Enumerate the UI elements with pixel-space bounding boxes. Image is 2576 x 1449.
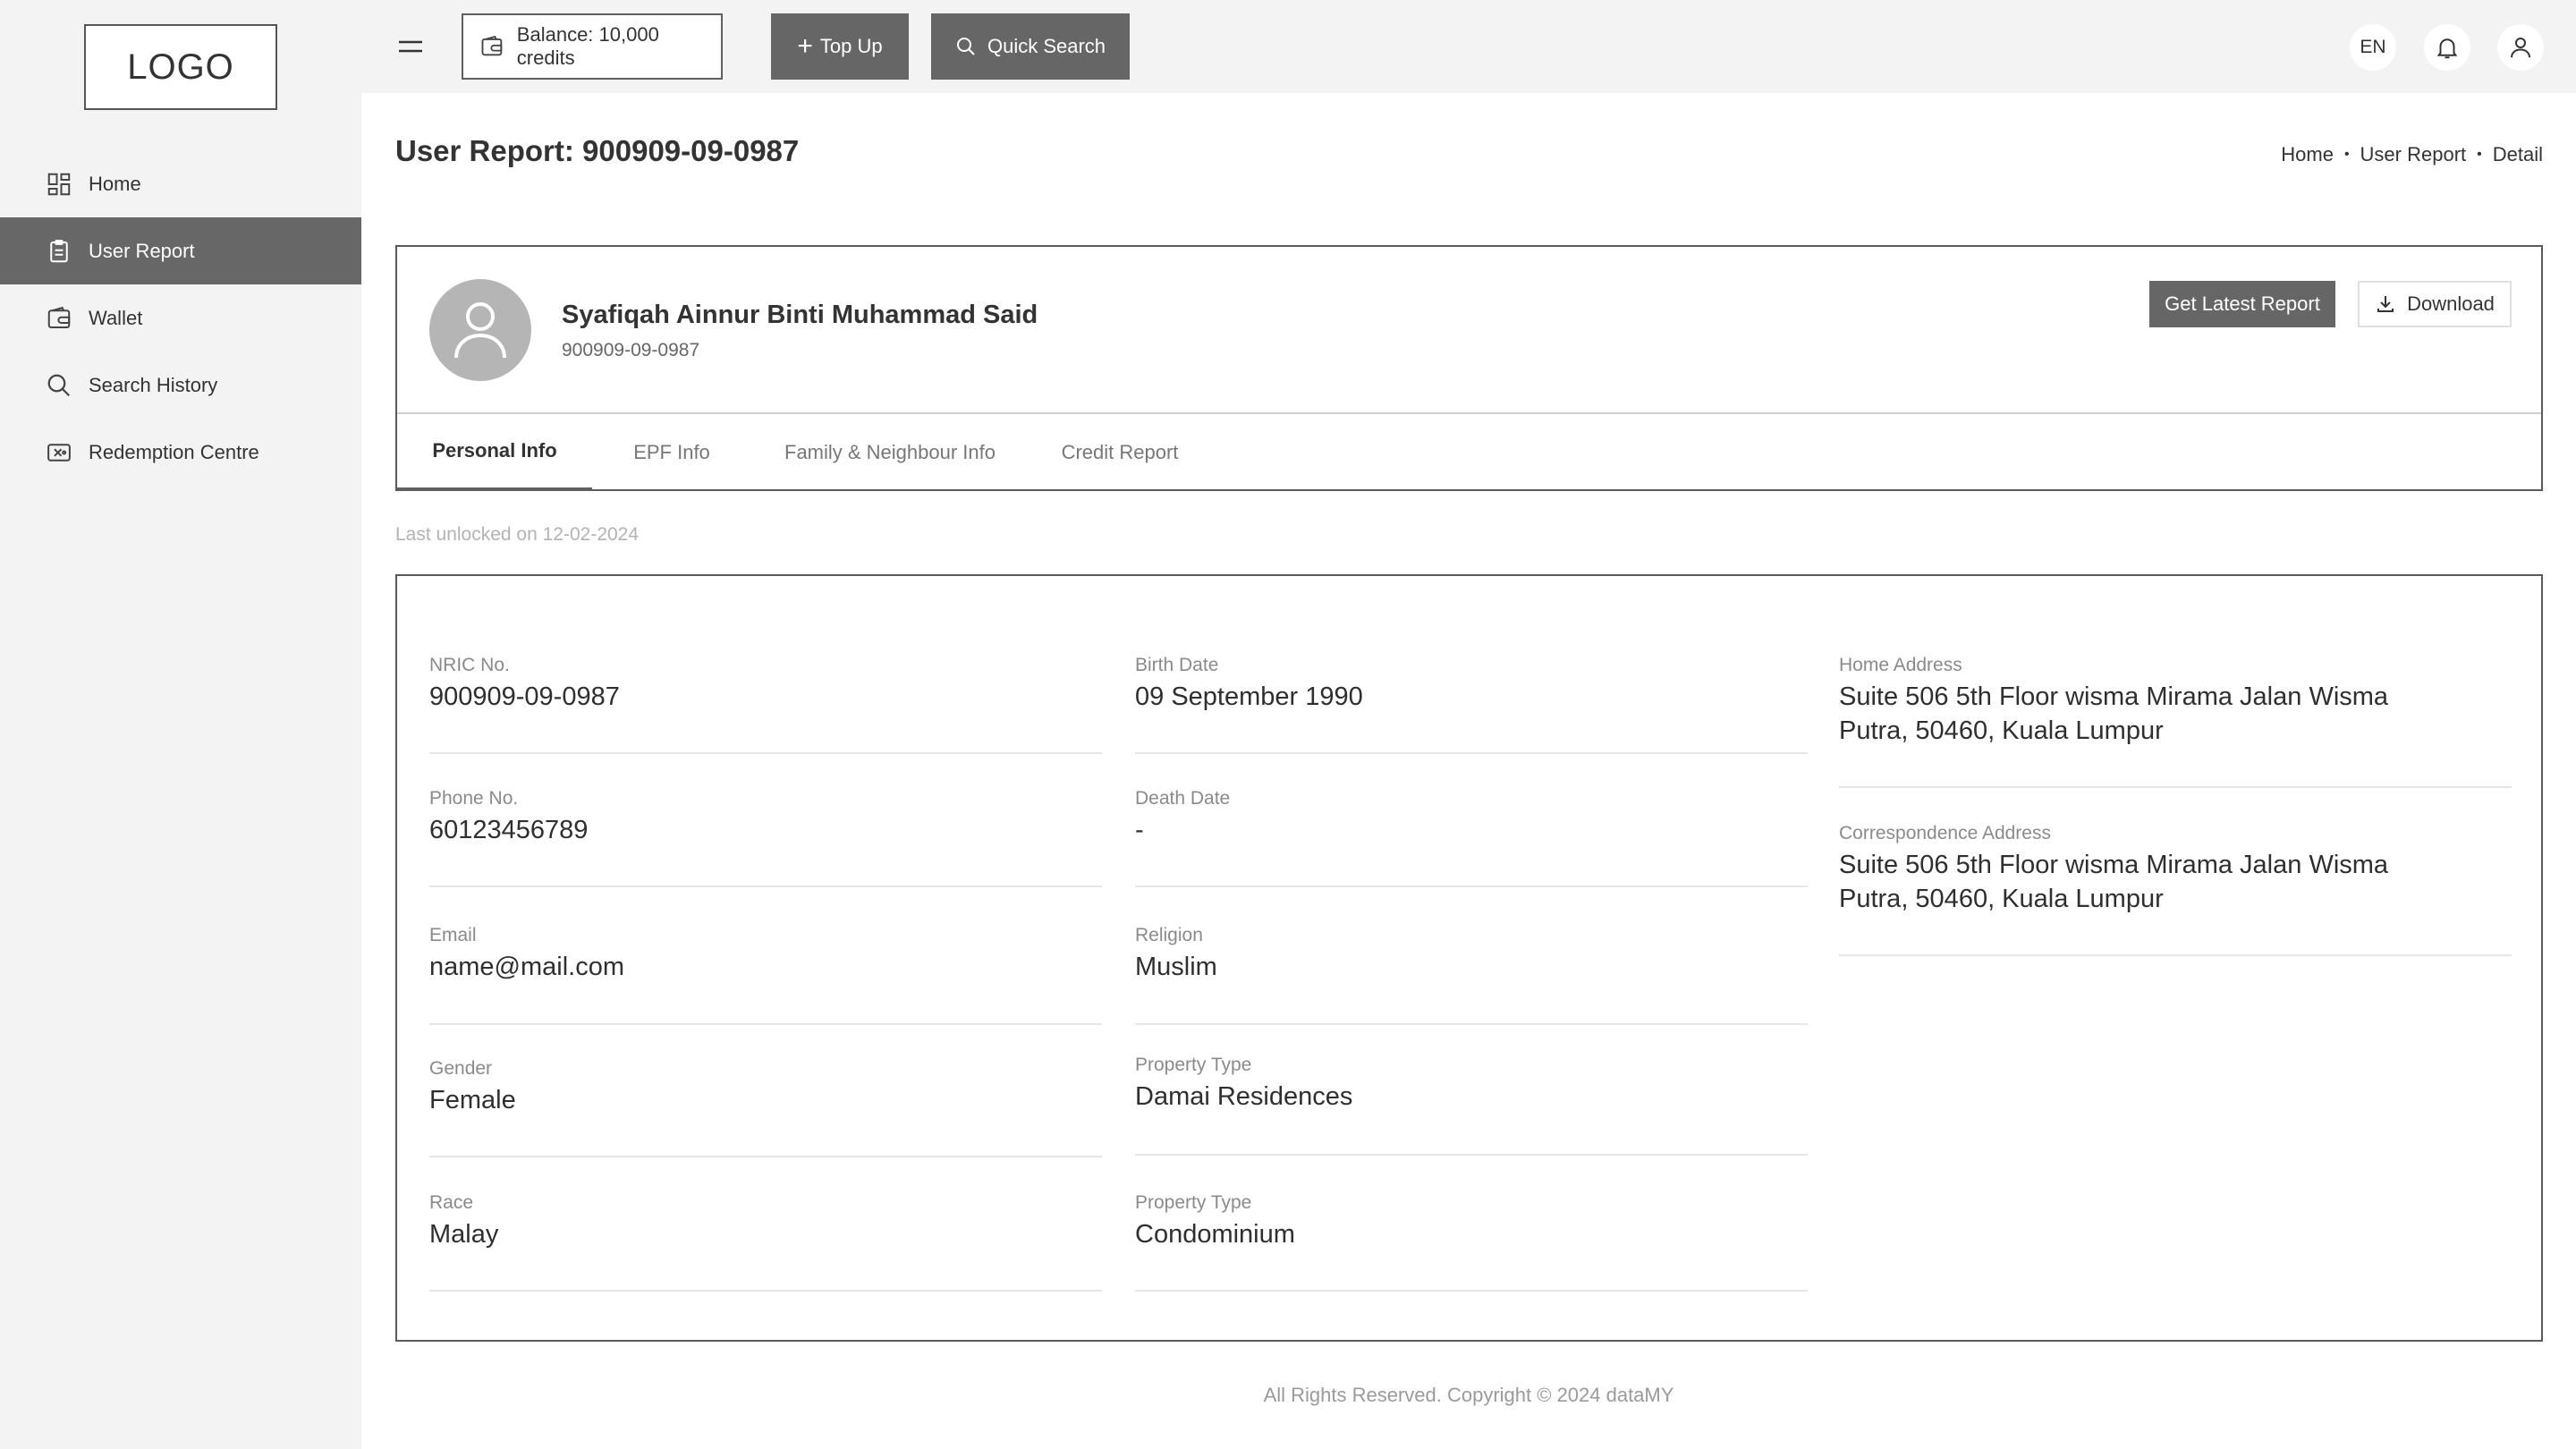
field-email: Email name@mail.com xyxy=(429,925,1102,1025)
field-value: Damai Residences xyxy=(1135,1082,1353,1111)
field-label: Death Date xyxy=(1135,788,1231,809)
breadcrumb-detail: Detail xyxy=(2492,143,2543,165)
user-icon xyxy=(2511,38,2530,58)
sidebar-item-search-history[interactable]: Search History xyxy=(0,352,361,419)
field-value: 900909-09-0987 xyxy=(429,682,620,711)
get-latest-report-button[interactable]: Get Latest Report xyxy=(2149,281,2335,327)
sidebar-item-label: User Report xyxy=(89,239,195,262)
field-property-type: Property Type Damai Residences xyxy=(1135,1055,1808,1156)
search-icon xyxy=(45,371,73,400)
field-label: Religion xyxy=(1135,925,1203,945)
breadcrumb: Home • User Report • Detail xyxy=(2281,143,2543,166)
logo[interactable]: LOGO xyxy=(84,24,277,110)
profile-name: Syafiqah Ainnur Binti Muhammad Said xyxy=(562,301,1038,329)
sidebar-item-label: Home xyxy=(89,172,141,195)
field-value: Malay xyxy=(429,1220,499,1249)
tab-personal-info[interactable]: Personal Info xyxy=(397,414,592,491)
profile-menu-button[interactable] xyxy=(2497,24,2544,71)
sidebar-item-user-report[interactable]: User Report xyxy=(0,217,361,284)
breadcrumb-user-report[interactable]: User Report xyxy=(2360,143,2467,166)
personal-info-panel: NRIC No. 900909-09-0987 Phone No. 601234… xyxy=(395,574,2543,1342)
notification-button[interactable] xyxy=(2424,24,2470,71)
wallet-icon xyxy=(481,35,503,56)
field-value: - xyxy=(1135,816,1144,844)
field-label: Birth Date xyxy=(1135,655,1219,675)
quick-search-button[interactable]: Quick Search xyxy=(931,13,1130,80)
tab-epf-info[interactable]: EPF Info xyxy=(592,414,751,491)
field-value: Suite 506 5th Floor wisma Mirama Jalan W… xyxy=(1839,682,2389,745)
language-button[interactable]: EN xyxy=(2350,24,2396,71)
dashboard-icon xyxy=(45,170,73,199)
field-label: Property Type xyxy=(1135,1055,1252,1075)
field-value: Female xyxy=(429,1086,516,1114)
plus-icon: + xyxy=(797,31,813,61)
field-property-type: Property Type Condominium xyxy=(1135,1192,1808,1292)
sidebar-item-label: Search History xyxy=(89,373,218,396)
user-icon xyxy=(454,302,506,359)
last-unlocked-text: Last unlocked on 12-02-2024 xyxy=(395,524,640,545)
field-value: Muslim xyxy=(1135,953,1217,981)
field-value: Suite 506 5th Floor wisma Mirama Jalan W… xyxy=(1839,851,2389,913)
topbar: Balance: 10,000 credits + Top Up Quick S… xyxy=(361,0,2576,93)
search-icon xyxy=(956,38,975,55)
field-death-date: Death Date - xyxy=(1135,788,1808,887)
sidebar: LOGO Home User Report Wallet Search Hist… xyxy=(0,0,361,1449)
avatar xyxy=(429,279,531,381)
field-nric: NRIC No. 900909-09-0987 xyxy=(429,655,1102,754)
field-birth-date: Birth Date 09 September 1990 xyxy=(1135,655,1808,754)
download-label: Download xyxy=(2407,292,2495,315)
field-label: NRIC No. xyxy=(429,655,510,675)
sidebar-item-label: Wallet xyxy=(89,306,143,329)
field-label: Email xyxy=(429,925,477,945)
quick-search-label: Quick Search xyxy=(987,35,1106,57)
sidebar-item-wallet[interactable]: Wallet xyxy=(0,284,361,352)
field-label: Gender xyxy=(429,1058,493,1079)
breadcrumb-separator: • xyxy=(2477,147,2482,162)
sidebar-item-label: Redemption Centre xyxy=(89,440,259,463)
field-value: 60123456789 xyxy=(429,816,589,844)
field-value: Condominium xyxy=(1135,1220,1295,1249)
tab-bar: Personal Info EPF Info Family & Neighbou… xyxy=(397,414,1211,491)
field-correspondence-address: Correspondence Address Suite 506 5th Flo… xyxy=(1839,823,2512,956)
menu-toggle-icon[interactable] xyxy=(397,34,424,59)
field-label: Home Address xyxy=(1839,655,1962,675)
field-label: Race xyxy=(429,1192,474,1213)
field-value: 09 September 1990 xyxy=(1135,682,1363,711)
field-label: Phone No. xyxy=(429,788,519,809)
top-up-button[interactable]: + Top Up xyxy=(771,13,909,80)
tab-family-neighbour-info[interactable]: Family & Neighbour Info xyxy=(751,414,1029,491)
balance-text: Balance: 10,000 credits xyxy=(516,23,659,69)
tab-credit-report[interactable]: Credit Report xyxy=(1029,414,1211,491)
page-title: User Report: 900909-09-0987 xyxy=(395,134,800,167)
footer-copyright: All Rights Reserved. Copyright © 2024 da… xyxy=(1263,1384,1674,1406)
download-button[interactable]: Download xyxy=(2358,281,2512,327)
field-religion: Religion Muslim xyxy=(1135,925,1808,1025)
top-up-label: Top Up xyxy=(819,35,883,57)
field-phone: Phone No. 60123456789 xyxy=(429,788,1102,887)
field-label: Property Type xyxy=(1135,1192,1252,1213)
profile-id: 900909-09-0987 xyxy=(562,340,700,360)
field-gender: Gender Female xyxy=(429,1058,1102,1157)
clipboard-icon xyxy=(45,237,73,266)
sidebar-item-home[interactable]: Home xyxy=(0,150,361,217)
field-home-address: Home Address Suite 506 5th Floor wisma M… xyxy=(1839,655,2512,788)
field-label: Correspondence Address xyxy=(1839,823,2051,843)
bell-icon xyxy=(2436,38,2458,59)
download-icon xyxy=(2377,296,2394,312)
balance-display: Balance: 10,000 credits xyxy=(462,13,723,80)
breadcrumb-home[interactable]: Home xyxy=(2281,143,2334,166)
sidebar-item-redemption-centre[interactable]: Redemption Centre xyxy=(0,419,361,486)
breadcrumb-separator: • xyxy=(2343,147,2350,162)
sidebar-nav: Home User Report Wallet Search History R… xyxy=(0,150,361,486)
ticket-icon xyxy=(45,438,73,467)
field-value: name@mail.com xyxy=(429,953,624,981)
wallet-icon xyxy=(45,304,73,333)
field-race: Race Malay xyxy=(429,1192,1102,1292)
profile-card: Syafiqah Ainnur Binti Muhammad Said 9009… xyxy=(395,245,2543,491)
